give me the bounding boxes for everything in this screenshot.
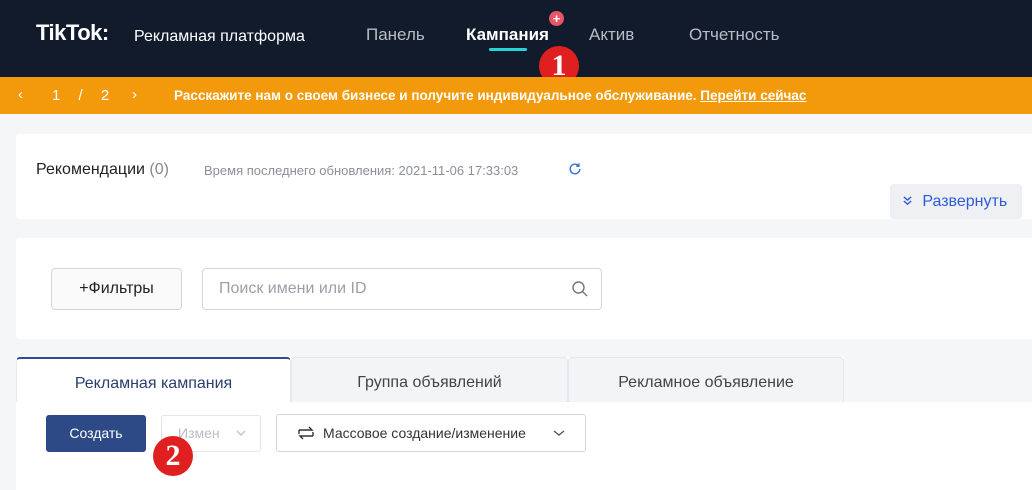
platform-name: Рекламная платформа (134, 28, 305, 45)
chevron-down-icon (553, 430, 565, 436)
step-marker-2: 2 (153, 436, 193, 476)
recommendations-card: Рекомендации (0) Время последнего обновл… (16, 134, 1032, 219)
tab-ad-group[interactable]: Группа объявлений (291, 357, 568, 402)
chevron-down-icon (236, 430, 246, 436)
last-updated-text: Время последнего обновления: 2021-11-06 … (204, 163, 519, 178)
announcement-banner: ‹ 1 / 2 › Расскажите нам о своем бизнесе… (0, 77, 1032, 114)
logo-colon: : (101, 20, 109, 45)
nav-assets[interactable]: Актив (589, 25, 634, 45)
search-input[interactable] (204, 270, 564, 308)
nav-campaign[interactable]: Кампания (466, 25, 549, 45)
bulk-swap-icon (298, 426, 314, 440)
tiktok-logo[interactable]: TikTok: (36, 20, 109, 46)
nav-dashboard[interactable]: Панель (366, 25, 425, 45)
tab-strip-filler (844, 357, 1032, 402)
recommendations-title: Рекомендации (0) (36, 161, 169, 179)
plus-badge-icon[interactable]: + (549, 11, 564, 26)
bulk-create-edit-label: Массовое создание/изменение (323, 425, 526, 441)
expand-label: Развернуть (922, 193, 1008, 210)
recommendations-count: (0) (149, 161, 169, 178)
bulk-create-edit-button[interactable]: Массовое создание/изменение (276, 414, 586, 452)
top-navigation: TikTok: Рекламная платформа Панель Кампа… (0, 0, 1032, 77)
double-chevron-down-icon (902, 195, 916, 209)
nav-reporting[interactable]: Отчетность (689, 25, 780, 45)
recommendations-label: Рекомендации (36, 161, 145, 178)
filter-card: +Фильтры (16, 238, 1032, 339)
banner-prev-icon[interactable]: ‹ (18, 86, 23, 103)
banner-link[interactable]: Перейти сейчас (700, 88, 806, 103)
logo-text: TikTok (36, 20, 102, 45)
tab-ad[interactable]: Рекламное объявление (568, 357, 844, 402)
create-button[interactable]: Создать (46, 415, 146, 452)
active-nav-indicator (489, 48, 527, 51)
search-icon[interactable] (571, 280, 589, 298)
filters-button[interactable]: +Фильтры (51, 268, 182, 310)
banner-pager: 1 / 2 (52, 87, 110, 104)
refresh-icon[interactable] (568, 162, 582, 176)
banner-message-wrap: Расскажите нам о своем бизнесе и получит… (174, 88, 806, 103)
banner-next-icon[interactable]: › (132, 86, 137, 103)
expand-button[interactable]: Развернуть (890, 184, 1022, 219)
search-box[interactable] (202, 268, 602, 310)
banner-message: Расскажите нам о своем бизнесе и получит… (174, 88, 701, 103)
tab-campaign[interactable]: Рекламная кампания (16, 357, 291, 402)
